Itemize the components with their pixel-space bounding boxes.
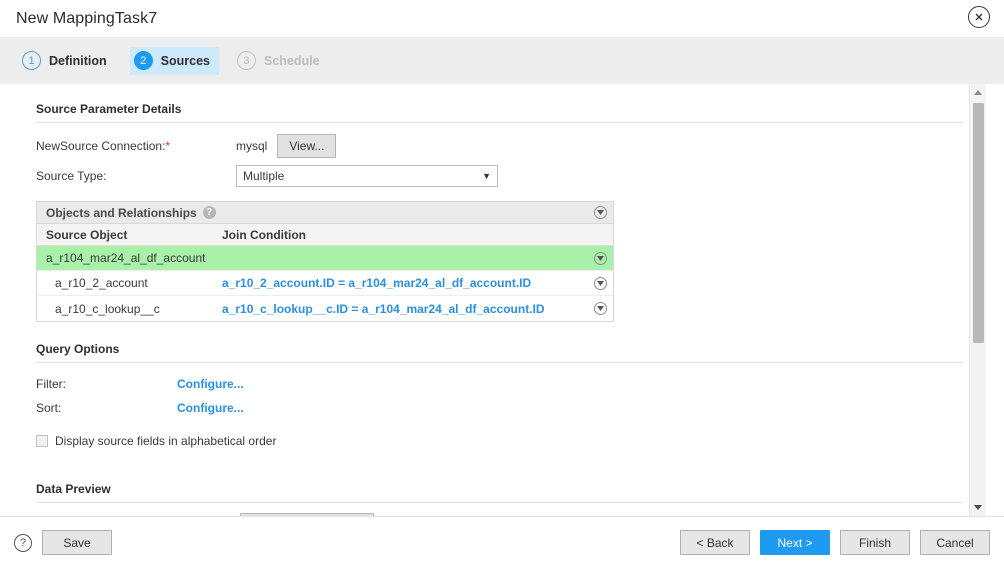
caret-down-circle-icon[interactable] bbox=[594, 206, 607, 219]
connection-label-text: NewSource Connection: bbox=[36, 139, 165, 153]
table-row[interactable]: a_r10_2_account a_r10_2_account.ID = a_r… bbox=[37, 271, 613, 296]
section-divider bbox=[36, 122, 963, 123]
step-number-1: 1 bbox=[22, 51, 41, 70]
row-menu-cell bbox=[587, 277, 613, 290]
section-divider bbox=[36, 362, 963, 363]
connection-label: NewSource Connection:* bbox=[36, 139, 236, 153]
column-header-join-condition: Join Condition bbox=[222, 228, 613, 242]
data-preview-section: Data Preview a_r104_mar24_al_df_account … bbox=[36, 482, 969, 516]
row-menu-cell bbox=[587, 302, 613, 315]
connection-row: NewSource Connection:* mysql View... bbox=[36, 132, 969, 160]
sources-scroll-area: Source Parameter Details NewSource Conne… bbox=[18, 84, 969, 516]
caret-down-circle-icon[interactable] bbox=[594, 277, 607, 290]
page-title: New MappingTask7 bbox=[16, 10, 157, 28]
source-type-value: Multiple bbox=[243, 169, 284, 183]
filter-row: Filter: Configure... bbox=[36, 372, 969, 396]
view-connection-button[interactable]: View... bbox=[277, 134, 336, 158]
sort-configure-link[interactable]: Configure... bbox=[177, 401, 244, 415]
wizard-step-definition[interactable]: 1 Definition bbox=[18, 47, 116, 75]
step-number-3: 3 bbox=[237, 51, 256, 70]
cell-source-object: a_r10_2_account bbox=[37, 276, 222, 290]
vertical-scrollbar[interactable] bbox=[969, 84, 986, 516]
save-button[interactable]: Save bbox=[42, 530, 112, 555]
step-label-definition: Definition bbox=[49, 54, 107, 68]
help-icon[interactable]: ? bbox=[14, 534, 32, 552]
step-label-schedule: Schedule bbox=[264, 54, 320, 68]
caret-down-circle-icon[interactable] bbox=[594, 252, 607, 265]
scrollbar-thumb[interactable] bbox=[973, 103, 984, 343]
section-divider bbox=[36, 502, 963, 503]
source-type-label: Source Type: bbox=[36, 169, 236, 183]
window-titlebar: New MappingTask7 bbox=[0, 0, 1004, 37]
wizard-step-schedule[interactable]: 3 Schedule bbox=[233, 47, 329, 75]
row-menu-cell bbox=[587, 252, 613, 265]
cell-source-object: a_r104_mar24_al_df_account bbox=[37, 251, 222, 265]
back-button[interactable]: < Back bbox=[680, 530, 750, 555]
close-icon[interactable] bbox=[968, 6, 990, 28]
column-header-source-object: Source Object bbox=[37, 228, 222, 242]
caret-down-circle-icon[interactable] bbox=[594, 302, 607, 315]
filter-configure-link[interactable]: Configure... bbox=[177, 377, 244, 391]
finish-button[interactable]: Finish bbox=[840, 530, 910, 555]
alphabetical-order-label[interactable]: Display source fields in alphabetical or… bbox=[55, 434, 276, 448]
sources-panel: Source Parameter Details NewSource Conne… bbox=[18, 84, 986, 516]
objects-column-header: Source Object Join Condition bbox=[37, 224, 613, 246]
filter-label: Filter: bbox=[36, 377, 177, 391]
source-type-row: Source Type: Multiple ▼ bbox=[36, 162, 969, 190]
objects-table-title: Objects and Relationships bbox=[46, 206, 197, 220]
step-number-2: 2 bbox=[134, 51, 153, 70]
wizard-step-bar: 1 Definition 2 Sources 3 Schedule bbox=[0, 37, 1004, 84]
table-row[interactable]: a_r10_c_lookup__c a_r10_c_lookup__c.ID =… bbox=[37, 296, 613, 321]
connection-value: mysql bbox=[236, 139, 267, 153]
alphabetical-order-row: Display source fields in alphabetical or… bbox=[36, 434, 969, 448]
next-button[interactable]: Next > bbox=[760, 530, 830, 555]
required-asterisk: * bbox=[165, 139, 170, 153]
wizard-step-sources[interactable]: 2 Sources bbox=[130, 47, 219, 75]
query-options-section: Query Options Filter: Configure... Sort:… bbox=[36, 342, 969, 448]
dialog-footer: ? Save < Back Next > Finish Cancel bbox=[0, 516, 1004, 568]
alphabetical-order-checkbox[interactable] bbox=[36, 435, 48, 447]
step-label-sources: Sources bbox=[161, 54, 210, 68]
footer-actions: < Back Next > Finish Cancel bbox=[680, 530, 990, 555]
scroll-down-arrow-icon[interactable] bbox=[970, 499, 986, 516]
objects-table-header: Objects and Relationships ? bbox=[37, 202, 613, 224]
cell-join-condition[interactable]: a_r10_c_lookup__c.ID = a_r104_mar24_al_d… bbox=[222, 302, 587, 316]
source-parameter-details-heading: Source Parameter Details bbox=[36, 102, 969, 116]
table-row[interactable]: a_r104_mar24_al_df_account bbox=[37, 246, 613, 271]
query-options-heading: Query Options bbox=[36, 342, 969, 356]
help-icon[interactable]: ? bbox=[203, 206, 216, 219]
sort-label: Sort: bbox=[36, 401, 177, 415]
cancel-button[interactable]: Cancel bbox=[920, 530, 990, 555]
sort-row: Sort: Configure... bbox=[36, 396, 969, 420]
cell-source-object: a_r10_c_lookup__c bbox=[37, 302, 222, 316]
source-type-select[interactable]: Multiple ▼ bbox=[236, 165, 498, 187]
cell-join-condition[interactable]: a_r10_2_account.ID = a_r104_mar24_al_df_… bbox=[222, 276, 587, 290]
objects-and-relationships-table: Objects and Relationships ? Source Objec… bbox=[36, 201, 614, 322]
scroll-up-arrow-icon[interactable] bbox=[970, 84, 986, 101]
chevron-down-icon: ▼ bbox=[482, 171, 491, 181]
data-preview-heading: Data Preview bbox=[36, 482, 969, 496]
